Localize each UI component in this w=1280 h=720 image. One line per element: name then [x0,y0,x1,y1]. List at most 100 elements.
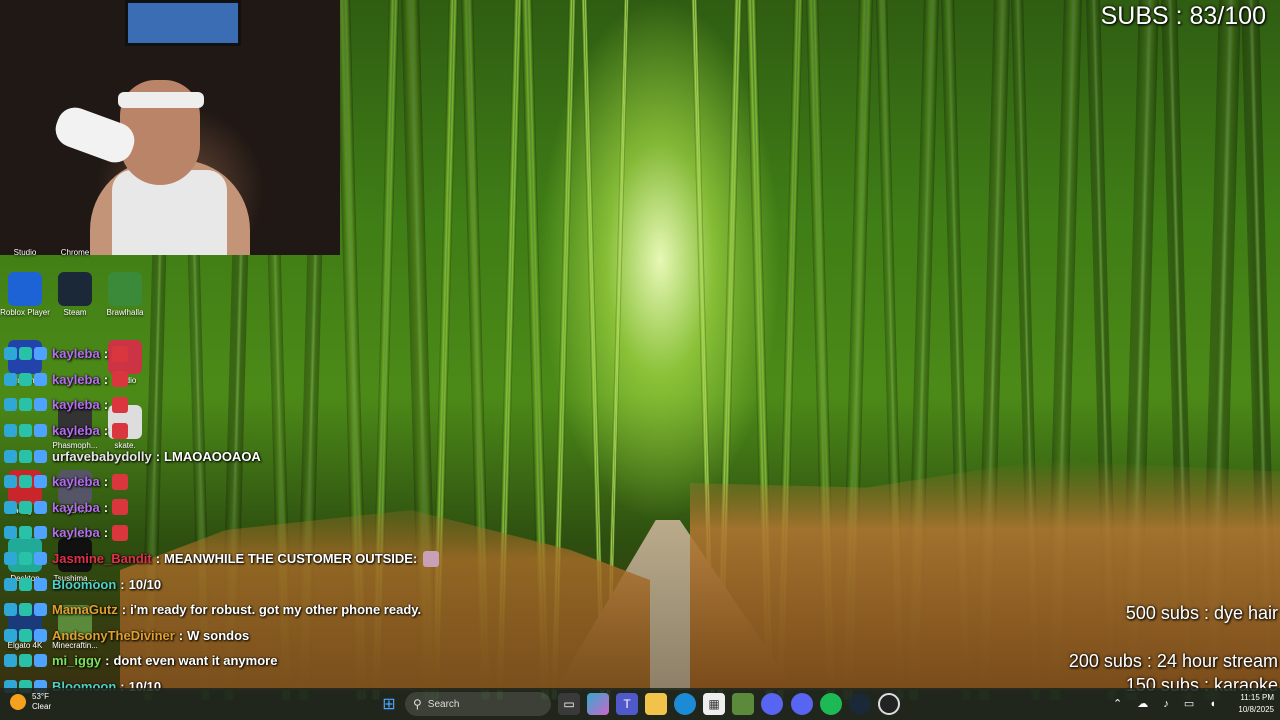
chat-text: W sondos [187,627,250,643]
chat-badge-icon [34,372,47,386]
chat-message: AndsonyTheDiviner: W sondos [4,623,464,649]
chat-badges [4,475,50,489]
chat-badge-icon [19,398,32,412]
chat-badge-icon [34,398,47,412]
chat-badges [4,449,50,463]
chat-badges [4,500,50,514]
desktop-shortcut[interactable]: Roblox Player [0,272,50,317]
chat-message: kayleba: [4,341,464,367]
chat-badge-icon [19,577,32,591]
chat-badges [4,654,50,668]
discord-icon[interactable] [761,693,783,715]
clock[interactable]: 11:15 PM 10/8/2025 [1238,692,1274,716]
subs-goal-counter: SUBS : 83/100 [1100,2,1266,30]
desktop-shortcut-label: Roblox Player [0,308,50,317]
chat-message: kayleba: [4,392,464,418]
chat-badge-icon [4,500,17,514]
chat-username: AndsonyTheDiviner [52,627,175,643]
task-view-icon[interactable]: ▭ [558,693,580,715]
steam-icon [58,272,92,306]
windows-start-icon[interactable]: ⊞ [378,693,400,715]
taskbar: 53°F Clear ⊞ ⚲ Search ▭ T ▦ ⌃ ☁ ♪ ▭ ◖ 11… [0,688,1280,720]
chat-message: kayleba: [4,367,464,393]
stream-chat: kayleba: kayleba: kayleba: kayleba: urfaveba… [4,341,464,699]
webcam-feed [0,0,340,255]
chat-badge-icon [34,449,47,463]
moon-weather-icon [10,694,26,710]
chat-message: kayleba: [4,495,464,521]
desktop-shortcut-label: Studio [13,248,37,257]
chat-username: kayleba [52,525,100,541]
chat-badge-icon [19,424,32,438]
taskbar-search[interactable]: ⚲ Search [405,692,551,716]
chat-text: 10/10 [128,576,162,592]
copilot-icon[interactable] [587,693,609,715]
webcam-streamer-headband [118,92,204,108]
chat-badges [4,628,50,642]
chat-separator: : [105,653,110,669]
chat-username: urfavebabydolly [52,448,152,464]
chat-username: Bloomoon [52,576,117,592]
system-tray-icons[interactable]: ⌃ ☁ ♪ ▭ ◖ [1113,697,1222,710]
chat-separator: : [155,551,161,567]
desktop-shortcut[interactable]: Steam [50,272,100,317]
chat-badge-icon [34,475,47,489]
chat-username: kayleba [52,423,100,439]
edge-icon[interactable] [674,693,696,715]
steam-icon[interactable] [849,693,871,715]
chat-badges [4,347,50,361]
chat-message: Jasmine_Bandit: MEANWHILE THE CUSTOMER OU… [4,546,464,572]
file-explorer-icon[interactable] [645,693,667,715]
weather-temperature: 53°F [32,692,49,701]
chat-badge-icon [4,628,17,642]
chat-badge-icon [19,500,32,514]
chat-badges [4,424,50,438]
chat-text: LMAOAOOAOA [164,448,261,464]
minecraft-icon[interactable] [732,693,754,715]
chat-text: MEANWHILE THE CUSTOMER OUTSIDE: [164,551,418,567]
desktop-shortcut[interactable]: Chrome [50,248,100,257]
chat-message: kayleba: [4,520,464,546]
weather-widget[interactable]: 53°F Clear [10,692,51,712]
chat-badge-icon [34,347,47,361]
goal-500-subs: 500 subs : dye hair [1125,603,1278,623]
chat-badge-icon [34,526,47,540]
chat-badges [4,603,50,617]
chat-emote-icon [423,550,440,567]
clock-date: 10/8/2025 [1238,705,1274,714]
chat-separator: : [103,346,109,362]
chat-badge-icon [34,424,47,438]
chat-separator: : [103,499,109,515]
desktop-shortcut[interactable]: Studio [0,248,50,257]
chat-separator: : [103,525,109,541]
chat-emote-icon [112,396,129,413]
chat-emote-icon [112,422,129,439]
teams-icon[interactable]: T [616,693,638,715]
chat-message: Bloomoon:10/10 [4,571,464,597]
chat-message: mi_iggy: dont even want it anymore [4,648,464,674]
chat-badge-icon [4,526,17,540]
chat-badge-icon [4,372,17,386]
roblox-icon [8,272,42,306]
weather-description: Clear [32,702,52,711]
chat-username: Jasmine_Bandit [52,551,152,567]
chat-badge-icon [34,654,47,668]
chat-badge-icon [34,500,47,514]
chat-badges [4,552,50,566]
chat-username: MamaGutz [52,602,118,618]
spotify-icon[interactable] [820,693,842,715]
chat-username: kayleba [52,474,100,490]
obs-icon[interactable] [878,693,900,715]
chat-badge-icon [34,552,47,566]
chat-badge-icon [34,628,47,642]
store-icon[interactable]: ▦ [703,693,725,715]
chat-username: mi_iggy [52,653,102,669]
chat-badge-icon [34,577,47,591]
chat-emote-icon [112,524,129,541]
chat-badge-icon [19,552,32,566]
chat-separator: : [103,397,109,413]
chat-separator: : [155,448,161,464]
discord-notification-icon[interactable] [791,693,813,715]
desktop-shortcut[interactable]: Brawlhalla [100,272,150,317]
clock-time: 11:15 PM [1240,693,1274,702]
